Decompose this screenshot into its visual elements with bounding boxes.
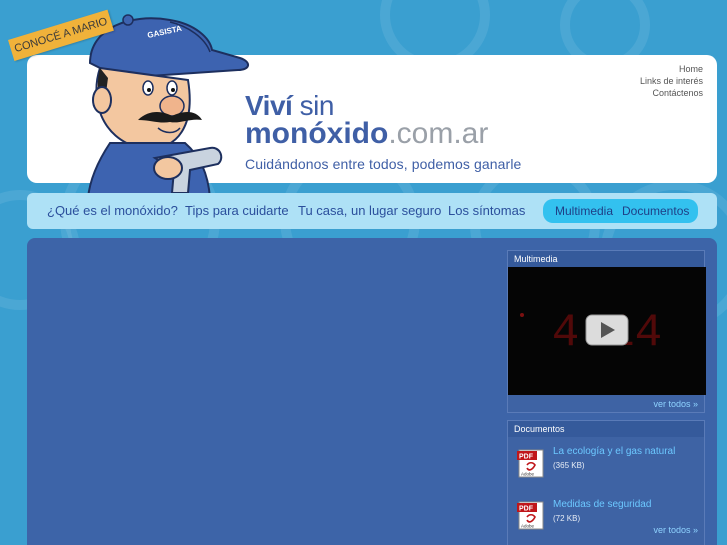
nav-sintomas[interactable]: Los síntomas	[448, 203, 525, 218]
logo-monoxido: monóxido	[245, 117, 389, 150]
doc-link-ecologia[interactable]: La ecología y el gas natural	[553, 446, 675, 457]
documentos-ver-todos-link[interactable]: ver todos »	[647, 521, 704, 539]
pdf-icon[interactable]: PDF Adobe	[516, 448, 546, 478]
video-player[interactable]: 4:14	[508, 267, 706, 395]
play-icon	[585, 314, 629, 346]
top-links: Home Links de interés Contáctenos	[640, 63, 703, 99]
nav-documentos[interactable]: Documentos	[622, 204, 689, 218]
site-logo[interactable]: Viví sin monóxido.com.ar Cuidándonos ent…	[245, 91, 522, 173]
doc-link-medidas[interactable]: Medidas de seguridad	[553, 499, 651, 510]
main-navigation: ¿Qué es el monóxido? Tips para cuidarte …	[27, 193, 717, 229]
multimedia-title: Multimedia	[508, 251, 704, 267]
nav-tips-cuidarte[interactable]: Tips para cuidarte	[185, 203, 289, 218]
document-item: PDF Adobe Medidas de seguridad (72 KB) v…	[508, 497, 704, 545]
nav-tu-casa[interactable]: Tu casa, un lugar seguro	[298, 203, 441, 218]
svg-text:PDF: PDF	[519, 506, 534, 513]
logo-domain: .com.ar	[388, 117, 489, 150]
doc-size-ecologia: (365 KB)	[553, 461, 585, 470]
doc-size-medidas: (72 KB)	[553, 514, 581, 523]
nav-pill-group: Multimedia Documentos	[543, 199, 698, 223]
svg-text:Adobe: Adobe	[521, 524, 535, 529]
multimedia-ver-todos-link[interactable]: ver todos »	[508, 395, 704, 413]
multimedia-box: Multimedia 4:14 ver todos »	[507, 250, 706, 413]
home-link[interactable]: Home	[640, 63, 703, 75]
pdf-icon[interactable]: PDF Adobe	[516, 500, 546, 530]
nav-que-es-monoxido[interactable]: ¿Qué es el monóxido?	[47, 203, 178, 218]
svg-text:Adobe: Adobe	[521, 472, 535, 477]
links-interes-link[interactable]: Links de interés	[640, 75, 703, 87]
document-item: PDF Adobe La ecología y el gas natural (…	[508, 445, 704, 497]
documentos-title: Documentos	[508, 421, 704, 437]
svg-text:PDF: PDF	[519, 454, 534, 461]
contactenos-link[interactable]: Contáctenos	[640, 87, 703, 99]
documentos-box: Documentos PDF Adobe La ecología y el ga…	[507, 420, 705, 545]
tagline: Cuidándonos entre todos, podemos ganarle	[245, 156, 522, 172]
nav-multimedia[interactable]: Multimedia	[555, 204, 613, 218]
